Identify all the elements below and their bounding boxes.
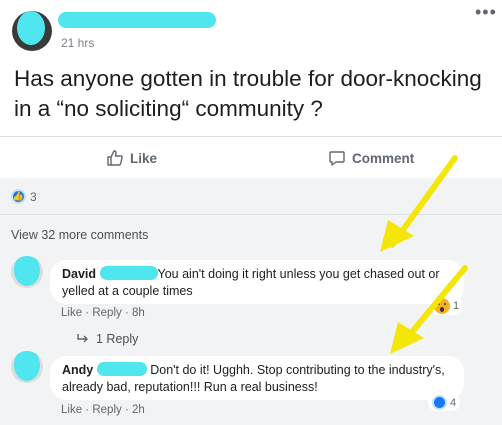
like-reaction-icon: 👍	[11, 189, 26, 204]
post-card: 21 hrs ••• Has anyone gotten in trouble …	[0, 0, 502, 425]
reply-arrow-icon	[77, 334, 88, 343]
comment-time[interactable]: 8h	[132, 307, 145, 319]
redacted-surname	[99, 266, 158, 280]
reaction-count: 3	[30, 189, 37, 204]
comment-time[interactable]: 2h	[132, 404, 145, 416]
like-reaction-icon	[432, 395, 447, 410]
divider	[0, 136, 502, 137]
like-button[interactable]: Like	[106, 149, 157, 167]
comment-actions: Like · Reply · 8h	[61, 307, 145, 319]
comment-bubble: Andy Don't do it! Ugghh. Stop contributi…	[50, 356, 464, 400]
redacted-author-name[interactable]	[58, 12, 216, 28]
commenter-avatar[interactable]	[11, 256, 43, 288]
redacted-surname	[96, 362, 147, 376]
comment-reaction-badge[interactable]: 4	[428, 394, 461, 411]
thumbs-up-icon	[107, 150, 123, 166]
comment-reply-link[interactable]: Reply	[92, 404, 121, 416]
view-replies-link[interactable]: 1 Reply	[76, 332, 138, 346]
annotation-arrow-icon	[390, 265, 468, 354]
comment-reply-link[interactable]: Reply	[92, 307, 121, 319]
comment-like-link[interactable]: Like	[61, 307, 82, 319]
post-timestamp[interactable]: 21 hrs	[61, 36, 94, 50]
comment-author[interactable]: David	[62, 267, 96, 281]
commenter-avatar[interactable]	[11, 351, 43, 383]
more-options-icon[interactable]: •••	[475, 2, 497, 23]
comment-author[interactable]: Andy	[62, 363, 93, 377]
comment-bubble-icon	[329, 151, 345, 166]
post-body: Has anyone gotten in trouble for door-kn…	[14, 66, 482, 121]
comment-reaction-count: 4	[450, 396, 457, 409]
comment-like-link[interactable]: Like	[61, 404, 82, 416]
annotation-arrow-icon	[380, 155, 458, 252]
author-avatar[interactable]	[12, 11, 52, 51]
replies-count-label: 1 Reply	[96, 332, 139, 346]
like-label: Like	[130, 150, 158, 166]
comment-actions: Like · Reply · 2h	[61, 404, 145, 416]
view-more-comments-link[interactable]: View 32 more comments	[11, 228, 148, 242]
reaction-summary[interactable]: 👍 3	[11, 189, 37, 204]
